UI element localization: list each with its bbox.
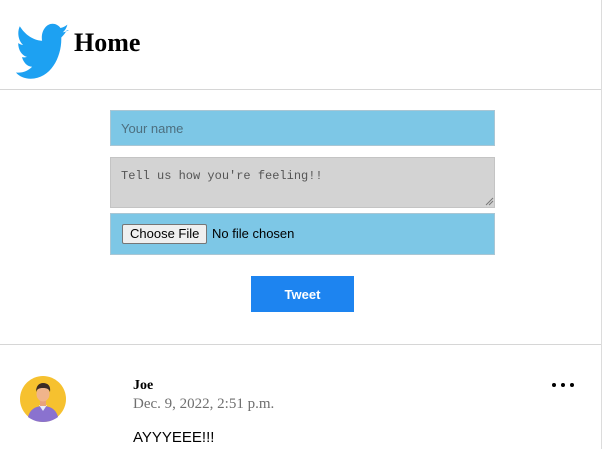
dot [552, 383, 556, 387]
tweet-item: Joe Dec. 9, 2022, 2:51 p.m. AYYYEEE!!! [0, 345, 601, 449]
feeling-textarea[interactable] [110, 157, 495, 208]
page-title: Home [74, 28, 141, 57]
tweet-button[interactable]: Tweet [251, 276, 354, 312]
dot [570, 383, 574, 387]
tweet-text: AYYYEEE!!! [133, 429, 215, 446]
page-frame: Home Choose File No file chosen Tweet Jo… [0, 0, 602, 449]
file-status-text: No file chosen [212, 226, 295, 241]
tweet-author: Joe [133, 378, 154, 393]
header: Home [0, 0, 601, 90]
tweet-timestamp: Dec. 9, 2022, 2:51 p.m. [133, 396, 275, 412]
more-options-icon[interactable] [552, 378, 574, 392]
dot [561, 383, 565, 387]
twitter-bird-icon[interactable] [11, 10, 73, 80]
user-avatar-icon[interactable] [20, 376, 66, 422]
resize-grip-icon[interactable] [484, 196, 494, 206]
name-input[interactable] [110, 110, 495, 146]
tweet-composer: Choose File No file chosen Tweet [0, 90, 601, 345]
choose-file-button[interactable]: Choose File [122, 224, 208, 244]
file-input: Choose File No file chosen [110, 213, 495, 255]
